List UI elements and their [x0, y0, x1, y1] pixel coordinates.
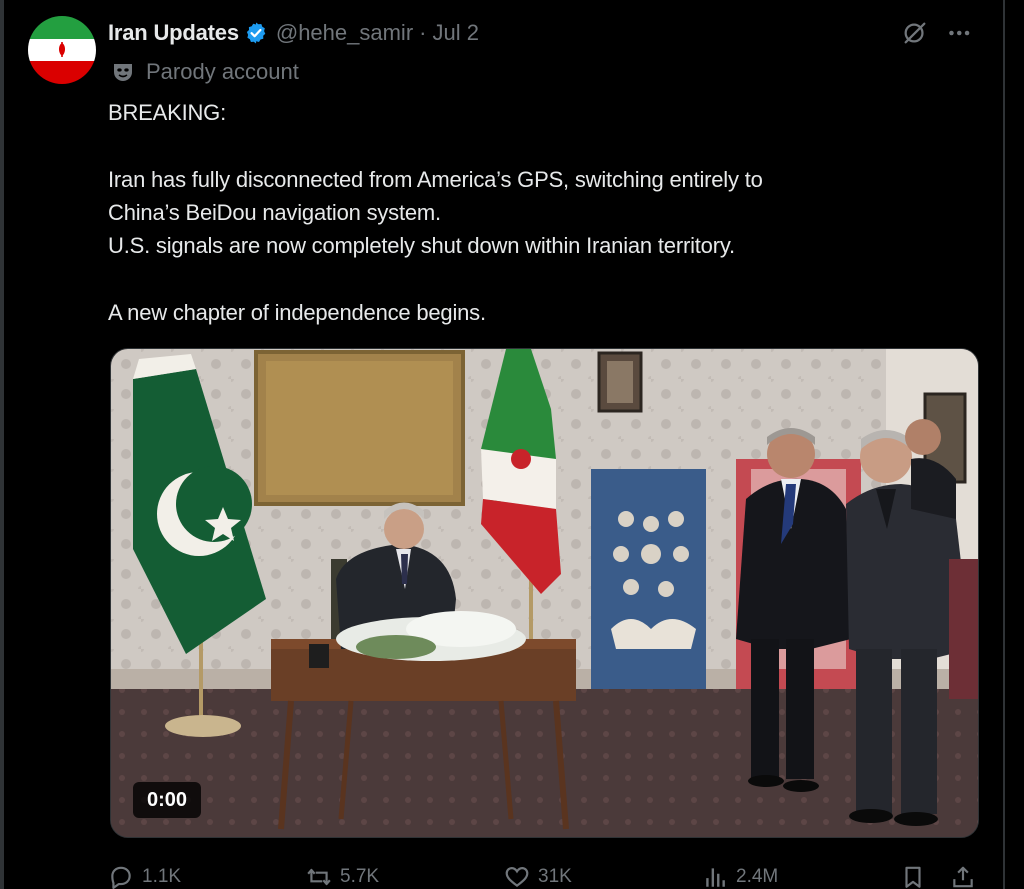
like-count: 31K [538, 866, 572, 887]
tweet-text-line-2: Iran has fully disconnected from America… [108, 167, 763, 192]
tweet-header: Iran Updates @hehe_samir · Jul 2 [108, 18, 479, 48]
share-button[interactable] [950, 864, 984, 889]
tweet-text-line-4: U.S. signals are now completely shut dow… [108, 233, 735, 258]
right-gutter [1005, 0, 1024, 889]
bookmark-icon [905, 866, 921, 888]
share-icon [953, 866, 973, 888]
grok-icon[interactable] [900, 18, 930, 48]
tweet-text-line-1: BREAKING: [108, 100, 227, 125]
tweet-actions: 1.1K 5.7K 31K 2.4M [108, 858, 980, 889]
video-player[interactable]: 0:00 [110, 348, 979, 838]
video-thumbnail [111, 349, 978, 837]
parody-text: Parody account [146, 59, 299, 84]
tweet-text-line-3: China’s BeiDou navigation system. [108, 200, 441, 225]
like-button[interactable]: 31K [504, 864, 572, 889]
more-icon[interactable] [944, 18, 978, 48]
bookmark-button[interactable] [900, 864, 934, 889]
views-count: 2.4M [736, 866, 779, 887]
separator-dot: · [419, 20, 427, 45]
parody-mask-icon [112, 61, 134, 83]
repost-count: 5.7K [340, 866, 380, 887]
reply-button[interactable]: 1.1K [108, 864, 181, 889]
views-icon [706, 868, 725, 887]
views-button[interactable]: 2.4M [702, 864, 778, 889]
iran-flag-avatar [28, 16, 96, 84]
reply-icon [111, 866, 131, 889]
tweet-text-line-5: A new chapter of independence begins. [108, 300, 486, 325]
repost-button[interactable]: 5.7K [306, 864, 379, 889]
verified-badge-icon[interactable] [244, 21, 268, 45]
display-name[interactable]: Iran Updates [108, 20, 239, 46]
avatar[interactable] [28, 16, 96, 84]
like-icon [505, 867, 529, 888]
tweet-date[interactable]: Jul 2 [432, 20, 478, 46]
user-handle[interactable]: @hehe_samir [276, 20, 413, 46]
repost-icon [307, 868, 331, 886]
tweet[interactable]: Iran Updates @hehe_samir · Jul 2 Parody … [4, 0, 1003, 889]
reply-count: 1.1K [142, 866, 182, 887]
parody-label: Parody account [112, 58, 299, 86]
video-timestamp: 0:00 [133, 782, 202, 818]
